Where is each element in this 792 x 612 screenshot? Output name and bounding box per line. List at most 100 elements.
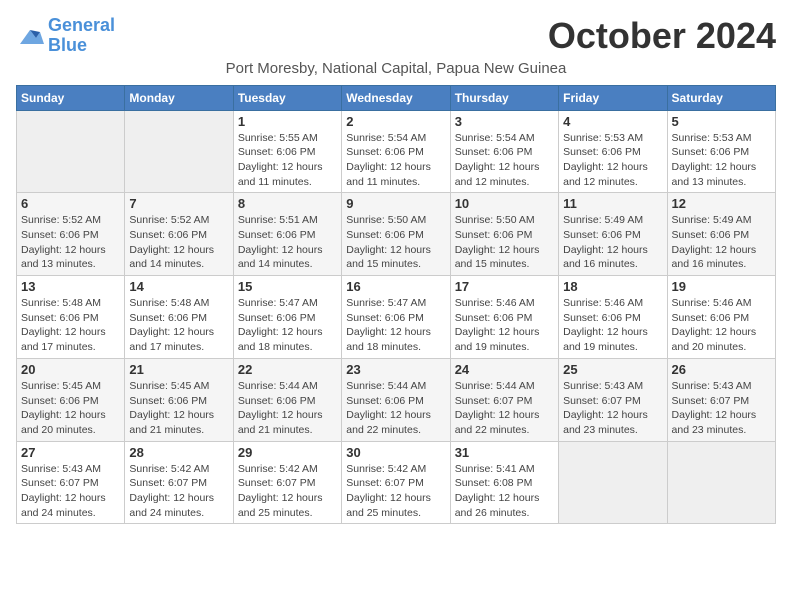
day-info: Sunrise: 5:55 AM Sunset: 6:06 PM Dayligh…: [238, 131, 337, 190]
calendar-cell: 13 Sunrise: 5:48 AM Sunset: 6:06 PM Dayli…: [17, 276, 125, 359]
day-info: Sunrise: 5:52 AM Sunset: 6:06 PM Dayligh…: [129, 213, 228, 272]
weekday-header: Thursday: [450, 85, 558, 110]
calendar-cell: 27 Sunrise: 5:43 AM Sunset: 6:07 PM Dayli…: [17, 441, 125, 524]
day-number: 21: [129, 362, 228, 377]
calendar-cell: 8Sunrise: 5:51 AM Sunset: 6:06 PM Daylig…: [233, 193, 341, 276]
day-info: Sunrise: 5:50 AM Sunset: 6:06 PM Dayligh…: [455, 213, 554, 272]
calendar-cell: [125, 110, 233, 193]
day-info: Sunrise: 5:54 AM Sunset: 6:06 PM Dayligh…: [346, 131, 445, 190]
calendar-body: 1 Sunrise: 5:55 AM Sunset: 6:06 PM Daylig…: [17, 110, 776, 524]
day-number: 26: [672, 362, 771, 377]
day-number: 19: [672, 279, 771, 294]
day-number: 27: [21, 445, 120, 460]
weekday-header: Tuesday: [233, 85, 341, 110]
day-number: 25: [563, 362, 662, 377]
calendar-cell: 11Sunrise: 5:49 AM Sunset: 6:06 PM Dayli…: [559, 193, 667, 276]
day-info: Sunrise: 5:45 AM Sunset: 6:06 PM Dayligh…: [129, 379, 228, 438]
title-area: October 2024: [548, 16, 776, 56]
calendar-cell: 9 Sunrise: 5:50 AM Sunset: 6:06 PM Daylig…: [342, 193, 450, 276]
day-info: Sunrise: 5:42 AM Sunset: 6:07 PM Dayligh…: [346, 462, 445, 521]
day-number: 15: [238, 279, 337, 294]
day-number: 1: [238, 114, 337, 129]
calendar-cell: 16 Sunrise: 5:47 AM Sunset: 6:06 PM Dayli…: [342, 276, 450, 359]
day-number: 12: [672, 196, 771, 211]
page-header: General Blue October 2024: [16, 16, 776, 56]
day-number: 6: [21, 196, 120, 211]
logo-text: General Blue: [48, 16, 115, 56]
day-info: Sunrise: 5:47 AM Sunset: 6:06 PM Dayligh…: [238, 296, 337, 355]
calendar-header: SundayMondayTuesdayWednesdayThursdayFrid…: [17, 85, 776, 110]
calendar-cell: 22 Sunrise: 5:44 AM Sunset: 6:06 PM Dayli…: [233, 358, 341, 441]
day-number: 29: [238, 445, 337, 460]
day-info: Sunrise: 5:50 AM Sunset: 6:06 PM Dayligh…: [346, 213, 445, 272]
day-number: 22: [238, 362, 337, 377]
day-info: Sunrise: 5:46 AM Sunset: 6:06 PM Dayligh…: [455, 296, 554, 355]
subtitle: Port Moresby, National Capital, Papua Ne…: [16, 60, 776, 77]
calendar-cell: 14 Sunrise: 5:48 AM Sunset: 6:06 PM Dayli…: [125, 276, 233, 359]
day-info: Sunrise: 5:45 AM Sunset: 6:06 PM Dayligh…: [21, 379, 120, 438]
calendar-cell: 7 Sunrise: 5:52 AM Sunset: 6:06 PM Daylig…: [125, 193, 233, 276]
day-number: 4: [563, 114, 662, 129]
day-number: 5: [672, 114, 771, 129]
day-info: Sunrise: 5:46 AM Sunset: 6:06 PM Dayligh…: [563, 296, 662, 355]
day-info: Sunrise: 5:48 AM Sunset: 6:06 PM Dayligh…: [21, 296, 120, 355]
day-number: 10: [455, 196, 554, 211]
day-info: Sunrise: 5:53 AM Sunset: 6:06 PM Dayligh…: [672, 131, 771, 190]
day-info: Sunrise: 5:44 AM Sunset: 6:07 PM Dayligh…: [455, 379, 554, 438]
day-number: 16: [346, 279, 445, 294]
day-number: 14: [129, 279, 228, 294]
day-number: 17: [455, 279, 554, 294]
day-info: Sunrise: 5:42 AM Sunset: 6:07 PM Dayligh…: [238, 462, 337, 521]
calendar-cell: 20 Sunrise: 5:45 AM Sunset: 6:06 PM Dayli…: [17, 358, 125, 441]
weekday-header: Sunday: [17, 85, 125, 110]
day-number: 30: [346, 445, 445, 460]
calendar-cell: 2Sunrise: 5:54 AM Sunset: 6:06 PM Daylig…: [342, 110, 450, 193]
calendar-cell: 10 Sunrise: 5:50 AM Sunset: 6:06 PM Dayli…: [450, 193, 558, 276]
weekday-header: Saturday: [667, 85, 775, 110]
calendar-cell: [667, 441, 775, 524]
calendar-cell: 25 Sunrise: 5:43 AM Sunset: 6:07 PM Dayli…: [559, 358, 667, 441]
day-number: 3: [455, 114, 554, 129]
day-number: 9: [346, 196, 445, 211]
day-info: Sunrise: 5:51 AM Sunset: 6:06 PM Dayligh…: [238, 213, 337, 272]
weekday-header: Wednesday: [342, 85, 450, 110]
day-info: Sunrise: 5:47 AM Sunset: 6:06 PM Dayligh…: [346, 296, 445, 355]
day-info: Sunrise: 5:53 AM Sunset: 6:06 PM Dayligh…: [563, 131, 662, 190]
day-info: Sunrise: 5:48 AM Sunset: 6:06 PM Dayligh…: [129, 296, 228, 355]
header-row: SundayMondayTuesdayWednesdayThursdayFrid…: [17, 85, 776, 110]
calendar-row: 1 Sunrise: 5:55 AM Sunset: 6:06 PM Daylig…: [17, 110, 776, 193]
weekday-header: Friday: [559, 85, 667, 110]
calendar-cell: 15 Sunrise: 5:47 AM Sunset: 6:06 PM Dayli…: [233, 276, 341, 359]
day-info: Sunrise: 5:44 AM Sunset: 6:06 PM Dayligh…: [238, 379, 337, 438]
day-info: Sunrise: 5:43 AM Sunset: 6:07 PM Dayligh…: [563, 379, 662, 438]
month-title: October 2024: [548, 16, 776, 56]
day-number: 13: [21, 279, 120, 294]
calendar-row: 6 Sunrise: 5:52 AM Sunset: 6:06 PM Daylig…: [17, 193, 776, 276]
calendar-cell: [17, 110, 125, 193]
calendar-cell: 21 Sunrise: 5:45 AM Sunset: 6:06 PM Dayli…: [125, 358, 233, 441]
logo: General Blue: [16, 16, 115, 56]
calendar-cell: 18 Sunrise: 5:46 AM Sunset: 6:06 PM Dayli…: [559, 276, 667, 359]
day-number: 28: [129, 445, 228, 460]
calendar-row: 27 Sunrise: 5:43 AM Sunset: 6:07 PM Dayli…: [17, 441, 776, 524]
day-info: Sunrise: 5:41 AM Sunset: 6:08 PM Dayligh…: [455, 462, 554, 521]
day-number: 7: [129, 196, 228, 211]
calendar-cell: 3Sunrise: 5:54 AM Sunset: 6:06 PM Daylig…: [450, 110, 558, 193]
day-info: Sunrise: 5:44 AM Sunset: 6:06 PM Dayligh…: [346, 379, 445, 438]
day-info: Sunrise: 5:46 AM Sunset: 6:06 PM Dayligh…: [672, 296, 771, 355]
calendar-row: 20 Sunrise: 5:45 AM Sunset: 6:06 PM Dayli…: [17, 358, 776, 441]
day-info: Sunrise: 5:43 AM Sunset: 6:07 PM Dayligh…: [672, 379, 771, 438]
calendar-cell: 31Sunrise: 5:41 AM Sunset: 6:08 PM Dayli…: [450, 441, 558, 524]
calendar-cell: 6 Sunrise: 5:52 AM Sunset: 6:06 PM Daylig…: [17, 193, 125, 276]
logo-icon: [16, 24, 44, 48]
calendar-cell: 19 Sunrise: 5:46 AM Sunset: 6:06 PM Dayli…: [667, 276, 775, 359]
calendar-row: 13 Sunrise: 5:48 AM Sunset: 6:06 PM Dayli…: [17, 276, 776, 359]
calendar-cell: 17 Sunrise: 5:46 AM Sunset: 6:06 PM Dayli…: [450, 276, 558, 359]
day-number: 20: [21, 362, 120, 377]
day-info: Sunrise: 5:52 AM Sunset: 6:06 PM Dayligh…: [21, 213, 120, 272]
calendar-cell: 29 Sunrise: 5:42 AM Sunset: 6:07 PM Dayli…: [233, 441, 341, 524]
day-number: 18: [563, 279, 662, 294]
calendar-cell: 23Sunrise: 5:44 AM Sunset: 6:06 PM Dayli…: [342, 358, 450, 441]
calendar-cell: 26 Sunrise: 5:43 AM Sunset: 6:07 PM Dayli…: [667, 358, 775, 441]
day-info: Sunrise: 5:43 AM Sunset: 6:07 PM Dayligh…: [21, 462, 120, 521]
